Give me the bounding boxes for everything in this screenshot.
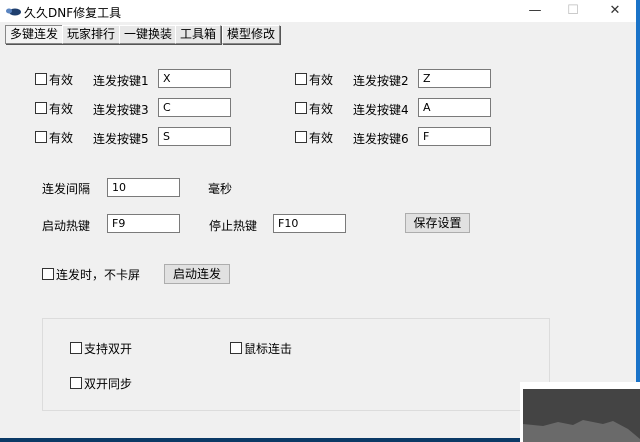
enable-checkbox-4[interactable]: 有效	[295, 101, 334, 116]
mouse-click-checkbox[interactable]: 鼠标连击	[230, 341, 293, 356]
dual-sync-label: 双开同步	[84, 376, 133, 391]
window-title: 久久DNF修复工具	[24, 6, 122, 20]
stop-hotkey-input[interactable]: F10	[273, 214, 346, 233]
enable-checkbox-2[interactable]: 有效	[295, 72, 334, 87]
thumbnail-overlay	[520, 382, 640, 442]
options-group	[42, 318, 550, 411]
tab-model-edit[interactable]: 模型修改	[222, 25, 281, 44]
enable-label: 有效	[49, 72, 74, 87]
maximize-button[interactable]: ☐	[558, 2, 588, 20]
key-input-1[interactable]: X	[158, 69, 231, 88]
enable-label: 有效	[309, 72, 334, 87]
save-settings-button[interactable]: 保存设置	[405, 213, 470, 233]
key-input-6[interactable]: F	[418, 127, 491, 146]
stop-hotkey-label: 停止热键	[209, 219, 258, 233]
key-input-2[interactable]: Z	[418, 69, 491, 88]
key-label-6: 连发按键6	[353, 132, 409, 146]
mouse-click-label: 鼠标连击	[244, 341, 293, 356]
close-button[interactable]: ✕	[600, 2, 630, 20]
dual-open-checkbox[interactable]: 支持双开	[70, 341, 133, 356]
tab-toolbox[interactable]: 工具箱	[175, 25, 222, 44]
enable-checkbox-5[interactable]: 有效	[35, 130, 74, 145]
interval-unit: 毫秒	[208, 182, 233, 196]
key-input-5[interactable]: S	[158, 127, 231, 146]
start-hotkey-input[interactable]: F9	[107, 214, 180, 233]
tab-multi-key[interactable]: 多键连发	[5, 25, 64, 44]
app-icon	[6, 8, 21, 16]
key-input-4[interactable]: A	[418, 98, 491, 117]
interval-input[interactable]: 10	[107, 178, 180, 197]
enable-label: 有效	[49, 101, 74, 116]
tab-outfit-swap[interactable]: 一键换装	[119, 25, 178, 44]
no-lag-label: 连发时，不卡屏	[56, 267, 141, 282]
key-label-1: 连发按键1	[93, 74, 149, 88]
enable-label: 有效	[309, 130, 334, 145]
key-input-3[interactable]: C	[158, 98, 231, 117]
thumbnail-graphic	[523, 420, 640, 442]
enable-checkbox-1[interactable]: 有效	[35, 72, 74, 87]
key-label-3: 连发按键3	[93, 103, 149, 117]
enable-checkbox-6[interactable]: 有效	[295, 130, 334, 145]
minimize-button[interactable]: —	[520, 2, 550, 20]
tab-player-rank[interactable]: 玩家排行	[62, 25, 121, 44]
start-burst-button[interactable]: 启动连发	[164, 264, 230, 284]
enable-checkbox-3[interactable]: 有效	[35, 101, 74, 116]
enable-label: 有效	[309, 101, 334, 116]
key-label-4: 连发按键4	[353, 103, 409, 117]
window-border	[636, 0, 640, 442]
interval-label: 连发间隔	[42, 182, 91, 196]
key-label-2: 连发按键2	[353, 74, 409, 88]
start-hotkey-label: 启动热键	[42, 219, 91, 233]
enable-label: 有效	[49, 130, 74, 145]
no-lag-checkbox[interactable]: 连发时，不卡屏	[42, 267, 141, 282]
dual-open-label: 支持双开	[84, 341, 133, 356]
dual-sync-checkbox[interactable]: 双开同步	[70, 376, 133, 391]
key-label-5: 连发按键5	[93, 132, 149, 146]
